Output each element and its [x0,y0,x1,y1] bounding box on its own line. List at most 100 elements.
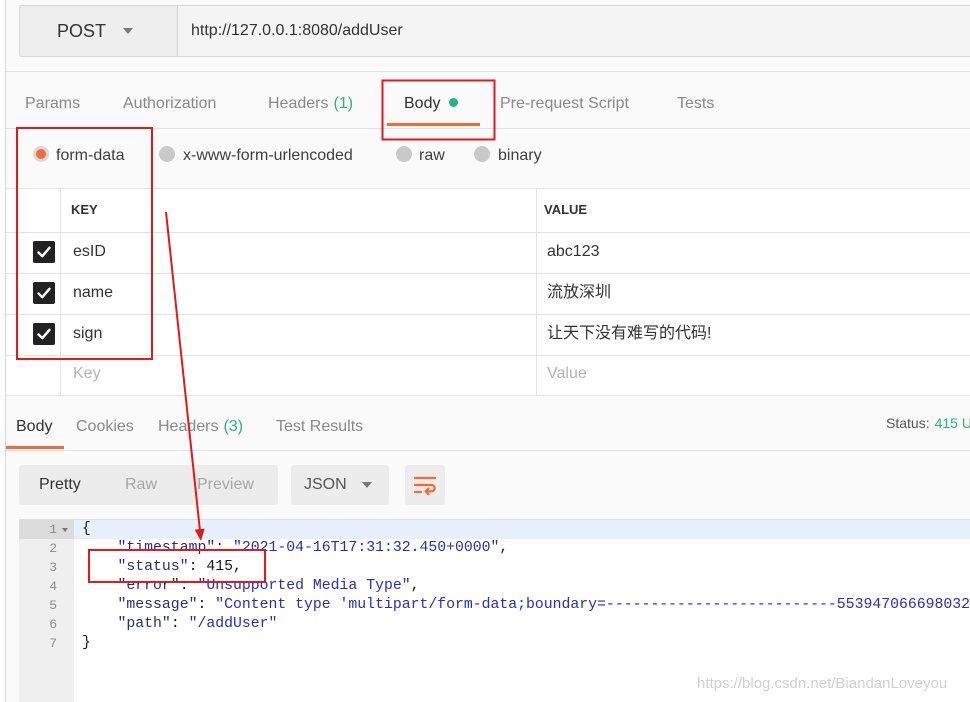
view-mode-group: Pretty Raw Preview [19,465,278,505]
check-icon [37,328,51,340]
response-status: Status: 415 U [886,414,970,432]
tab-pre-request-script[interactable]: Pre-request Script [500,94,629,114]
line-number: 1 [49,522,57,537]
check-icon [37,246,51,258]
radio-label-raw[interactable]: raw [419,146,445,166]
fold-chevron-icon[interactable] [62,528,68,532]
status-code: 415 U [934,415,970,431]
active-tab-underline [387,123,480,126]
row-checkbox[interactable] [33,241,55,263]
response-tab-cookies[interactable]: Cookies [76,417,134,437]
line-number: 2 [49,541,57,556]
chevron-down-icon [362,482,372,488]
format-select[interactable]: JSON [291,465,389,505]
tab-count-badge: (3) [223,418,244,435]
line-number: 6 [49,617,57,632]
radio-raw[interactable] [396,146,412,162]
form-data-table [6,189,970,395]
method-select[interactable]: POST [19,5,178,57]
chevron-down-icon [123,28,133,34]
method-label: POST [57,21,107,41]
row-divider [6,355,970,356]
tab-headers[interactable]: Headers (1) [268,94,353,114]
tab-body[interactable]: Body [404,94,459,114]
code-number: 415, [206,559,242,575]
tab-label: Authorization [123,95,217,112]
row-divider [6,314,970,315]
code-key: "error" [117,578,180,594]
code-punct: : [170,616,180,632]
response-tab-headers[interactable]: Headers (3) [158,417,243,437]
line-number: 7 [49,636,57,651]
tab-params[interactable]: Params [25,94,80,114]
code-punct: { [82,521,91,537]
column-header-value: VALUE [544,202,588,217]
radio-label-form-data[interactable]: form-data [56,146,124,166]
view-preview-button[interactable]: Preview [197,475,254,495]
url-text: http://127.0.0.1:8080/addUser [191,22,403,39]
code-key: "path" [117,616,171,632]
radio-label-urlencoded[interactable]: x-www-form-urlencoded [183,146,353,166]
tab-count-badge: (1) [333,95,354,112]
code-string: "Unsupported Media Type" [197,578,411,594]
response-tab-body[interactable]: Body [16,417,52,437]
watermark: https://blog.csdn.net/BiandanLoveyou [697,675,948,692]
row-divider [6,395,970,396]
line-number: 3 [49,560,57,575]
url-input[interactable]: http://127.0.0.1:8080/addUser [177,5,970,57]
response-tab-test-results[interactable]: Test Results [276,417,363,437]
code-line: "path": "/addUser" [82,615,970,634]
value-cell[interactable]: 让天下没有难写的代码! [547,324,711,344]
tab-label: Cookies [76,418,134,435]
key-cell[interactable]: name [73,283,113,303]
tab-tests[interactable]: Tests [677,94,714,114]
value-cell[interactable]: abc123 [547,242,600,262]
tab-label: Pre-request Script [500,95,629,112]
code-line: "message": "Content type 'multipart/form… [82,596,970,615]
row-checkbox[interactable] [33,282,55,304]
line-number: 4 [49,579,57,594]
code-line: "status": 415, [82,558,970,577]
tab-label: Params [25,95,81,112]
new-value-input[interactable]: Value [547,364,587,384]
value-cell[interactable]: 流放深圳 [547,283,611,303]
code-line: } [82,634,970,653]
tab-authorization[interactable]: Authorization [123,94,216,114]
format-label: JSON [304,476,347,493]
view-raw-button[interactable]: Raw [125,475,157,495]
divider [6,128,970,129]
wrap-lines-icon [413,476,437,496]
view-pretty-button[interactable]: Pretty [39,475,81,495]
radio-binary[interactable] [474,146,490,162]
radio-form-data[interactable] [33,146,49,162]
code-punct: : [179,578,189,594]
row-checkbox[interactable] [33,323,55,345]
wrap-lines-button[interactable] [405,465,445,505]
code-key: "status" [117,559,189,575]
code-line: "error": "Unsupported Media Type", [82,577,970,596]
code-line: "timestamp": "2021-04-16T17:31:32.450+00… [82,539,970,558]
column-divider [536,189,537,395]
radio-x-www-form-urlencoded[interactable] [159,146,175,162]
code-string: "Content type 'multipart/form-data;bound… [215,597,970,613]
line-number-gutter: 1 2 3 4 5 6 7 [19,520,74,702]
status-label: Status: [886,415,930,431]
tab-label: Test Results [276,418,364,435]
postman-request-window: POST http://127.0.0.1:8080/addUser Param… [0,0,970,702]
tab-label: Headers [158,418,219,435]
code-punct: : [197,597,207,613]
check-icon [37,287,51,299]
key-cell[interactable]: esID [73,242,106,262]
code-punct: , [499,540,509,556]
code-punct: : [188,559,198,575]
active-tab-underline [6,446,64,449]
key-cell[interactable]: sign [73,324,102,344]
new-key-input[interactable]: Key [73,364,101,384]
radio-label-binary[interactable]: binary [498,146,542,166]
